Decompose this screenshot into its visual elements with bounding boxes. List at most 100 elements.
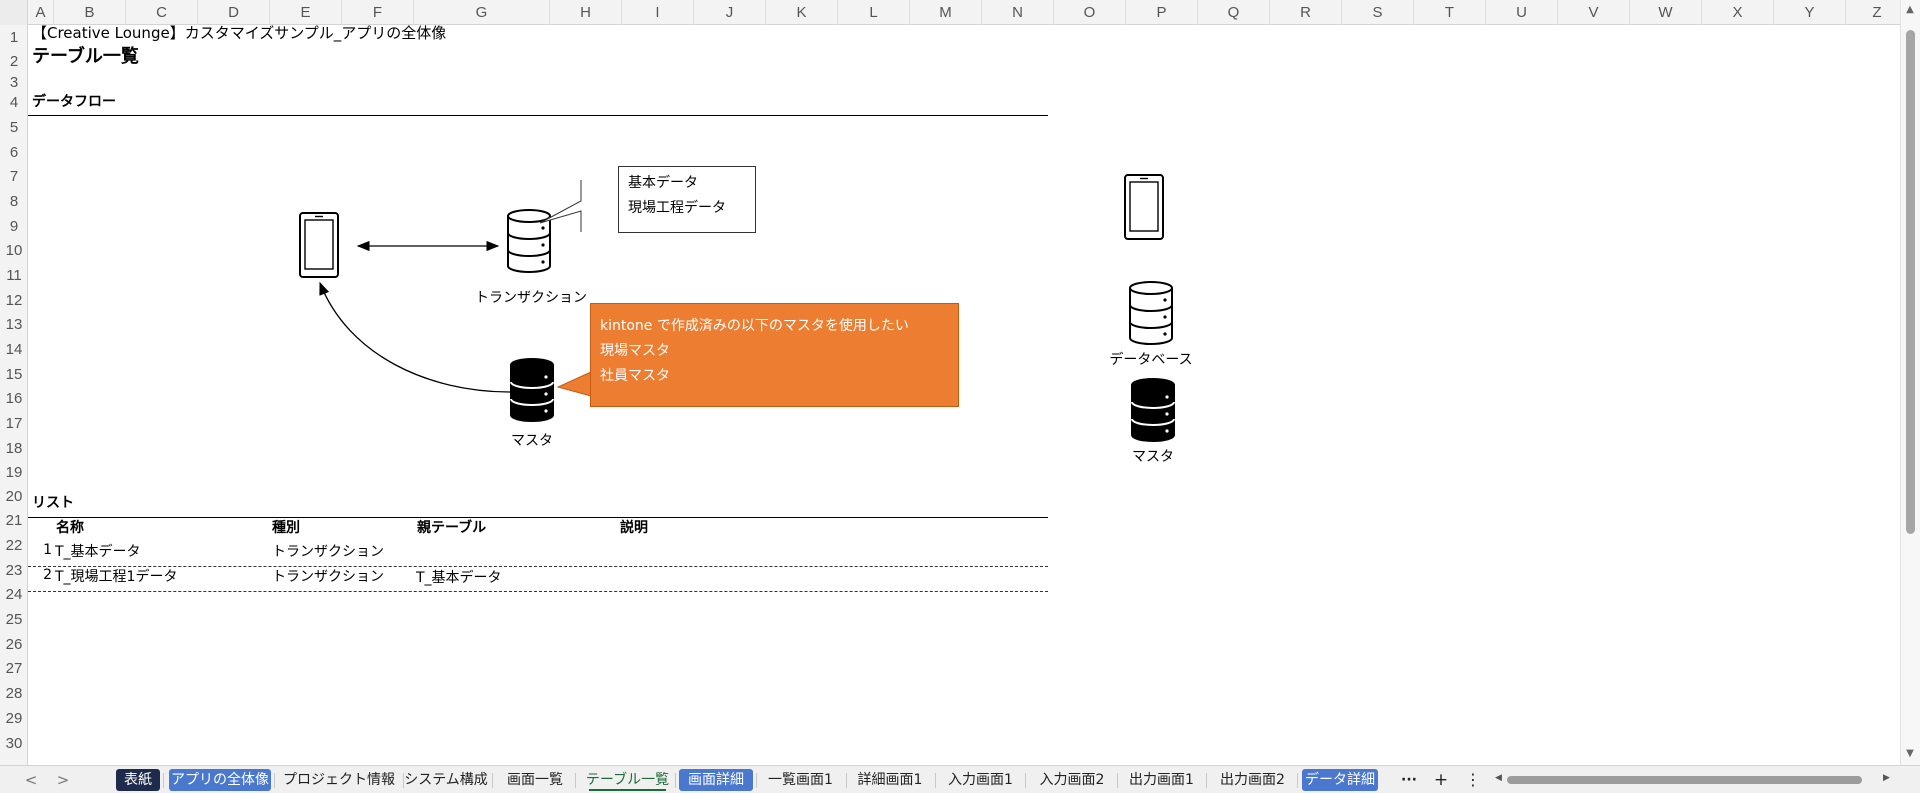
row-header[interactable]: 24 xyxy=(0,583,28,607)
column-header[interactable]: R xyxy=(1270,0,1342,25)
column-header[interactable]: Y xyxy=(1774,0,1846,25)
vertical-scroll-thumb[interactable] xyxy=(1906,30,1915,534)
sheet-menu-icon[interactable]: ⋮ xyxy=(1459,769,1487,791)
sheet-tab[interactable]: 出力画面1 xyxy=(1120,769,1203,791)
list-row-number: 1 xyxy=(43,542,52,558)
callout-transaction-line1: 基本データ xyxy=(628,175,698,191)
scroll-left-icon[interactable]: ◀ xyxy=(1495,773,1502,783)
column-header[interactable]: X xyxy=(1702,0,1774,25)
column-header[interactable]: J xyxy=(694,0,766,25)
row-header[interactable]: 17 xyxy=(0,411,28,436)
row-header[interactable]: 8 xyxy=(0,189,28,214)
legend-database-label: データベース xyxy=(1109,352,1193,368)
row-header[interactable]: 16 xyxy=(0,387,28,411)
tab-separator xyxy=(1025,773,1026,788)
section-list-rule xyxy=(28,517,1048,518)
vertical-scrollbar[interactable]: ▲ ▼ xyxy=(1900,0,1920,765)
sheet-tab[interactable]: 出力画面2 xyxy=(1211,769,1294,791)
row-header[interactable]: 5 xyxy=(0,115,28,140)
list-header-type: 種別 xyxy=(272,520,300,536)
sheet-tab[interactable]: 入力画面1 xyxy=(939,769,1022,791)
column-header[interactable]: T xyxy=(1414,0,1486,25)
column-header[interactable]: W xyxy=(1630,0,1702,25)
row-header[interactable]: 22 xyxy=(0,533,28,558)
row-header[interactable]: 2 xyxy=(0,50,28,74)
column-header[interactable]: Q xyxy=(1198,0,1270,25)
sheet-tab[interactable]: 表紙 xyxy=(116,769,160,791)
callout-transaction-line2: 現場工程データ xyxy=(628,200,726,216)
list-row-name: T_現場工程1データ xyxy=(55,569,178,585)
sheet-tab[interactable]: データ詳細 xyxy=(1302,769,1378,791)
list-row-type: トランザクション xyxy=(272,544,384,560)
row-header[interactable]: 21 xyxy=(0,509,28,533)
sheet-grid[interactable]: 【Creative Lounge】カスタマイズサンプル_アプリの全体像 テーブル… xyxy=(28,24,1900,765)
list-row-type: トランザクション xyxy=(272,569,384,585)
row-header[interactable]: 10 xyxy=(0,239,28,263)
sheet-tab[interactable]: 一覧画面1 xyxy=(758,769,843,791)
dataflow-diagram xyxy=(299,174,1175,442)
column-header[interactable]: S xyxy=(1342,0,1414,25)
row-header[interactable]: 3 xyxy=(0,74,28,91)
row-header[interactable]: 6 xyxy=(0,140,28,165)
row-header[interactable]: 23 xyxy=(0,558,28,583)
sheet-tab[interactable]: 画面詳細 xyxy=(679,769,753,791)
row-header[interactable]: 19 xyxy=(0,461,28,485)
legend-database-icon xyxy=(1129,281,1173,345)
row-header[interactable]: 20 xyxy=(0,485,28,509)
column-header[interactable]: O xyxy=(1054,0,1126,25)
column-header[interactable]: N xyxy=(982,0,1054,25)
select-all-corner[interactable] xyxy=(0,0,28,25)
column-header[interactable]: L xyxy=(838,0,910,25)
row-header[interactable]: 1 xyxy=(0,25,28,50)
row-header[interactable]: 29 xyxy=(0,706,28,731)
column-header[interactable]: V xyxy=(1558,0,1630,25)
scroll-right-icon[interactable]: ▶ xyxy=(1883,773,1890,783)
scroll-down-icon[interactable]: ▼ xyxy=(1904,748,1916,759)
row-header[interactable]: 14 xyxy=(0,337,28,362)
column-header[interactable]: K xyxy=(766,0,838,25)
sheet-tab[interactable]: 詳細画面1 xyxy=(848,769,932,791)
row-header[interactable]: 27 xyxy=(0,657,28,681)
more-tabs-icon[interactable]: ··· xyxy=(1395,769,1423,791)
tab-separator xyxy=(846,773,847,788)
list-row-number: 2 xyxy=(43,567,52,583)
tab-separator xyxy=(274,773,275,788)
column-header[interactable]: H xyxy=(550,0,622,25)
tab-next-icon[interactable]: > xyxy=(52,769,74,791)
row-header[interactable]: 9 xyxy=(0,214,28,239)
column-header[interactable]: P xyxy=(1126,0,1198,25)
row-header[interactable]: 12 xyxy=(0,288,28,313)
horizontal-scroll-thumb[interactable] xyxy=(1507,776,1862,784)
sheet-tab[interactable]: システム構成 xyxy=(403,769,489,791)
row-header[interactable]: 25 xyxy=(0,607,28,632)
column-header[interactable]: M xyxy=(910,0,982,25)
sheet-tab[interactable]: 画面一覧 xyxy=(498,769,572,791)
row-header[interactable]: 11 xyxy=(0,263,28,288)
row-header[interactable]: 13 xyxy=(0,313,28,337)
callout-master-line1: kintone で作成済みの以下のマスタを使用したい xyxy=(600,318,909,334)
scroll-up-icon[interactable]: ▲ xyxy=(1904,4,1916,15)
master-database-icon[interactable] xyxy=(510,358,554,422)
row-header[interactable]: 30 xyxy=(0,731,28,756)
row-header[interactable]: 18 xyxy=(0,436,28,461)
sheet-tab[interactable]: プロジェクト情報 xyxy=(278,769,400,791)
tab-prev-icon[interactable]: < xyxy=(20,769,42,791)
row-header[interactable]: 7 xyxy=(0,165,28,189)
add-sheet-icon[interactable]: + xyxy=(1427,769,1455,791)
list-header-desc: 説明 xyxy=(620,520,648,536)
sheet-tab[interactable]: 入力画面2 xyxy=(1030,769,1114,791)
row-header[interactable]: 26 xyxy=(0,632,28,657)
horizontal-scrollbar[interactable]: ◀ ▶ xyxy=(1495,773,1895,787)
column-header[interactable]: U xyxy=(1486,0,1558,25)
smartphone-icon[interactable] xyxy=(299,212,339,278)
row-header[interactable]: 4 xyxy=(0,91,28,115)
row-header[interactable]: 28 xyxy=(0,681,28,706)
legend-master-icon xyxy=(1131,378,1175,442)
row-header[interactable]: 15 xyxy=(0,362,28,387)
column-header[interactable]: I xyxy=(622,0,694,25)
transaction-database-icon[interactable] xyxy=(507,209,551,273)
sheet-tab[interactable]: アプリの全体像 xyxy=(169,769,271,791)
list-row-name: T_基本データ xyxy=(55,544,141,560)
master-label: マスタ xyxy=(511,433,553,449)
sheet-tab[interactable]: テーブル一覧 xyxy=(583,769,672,791)
